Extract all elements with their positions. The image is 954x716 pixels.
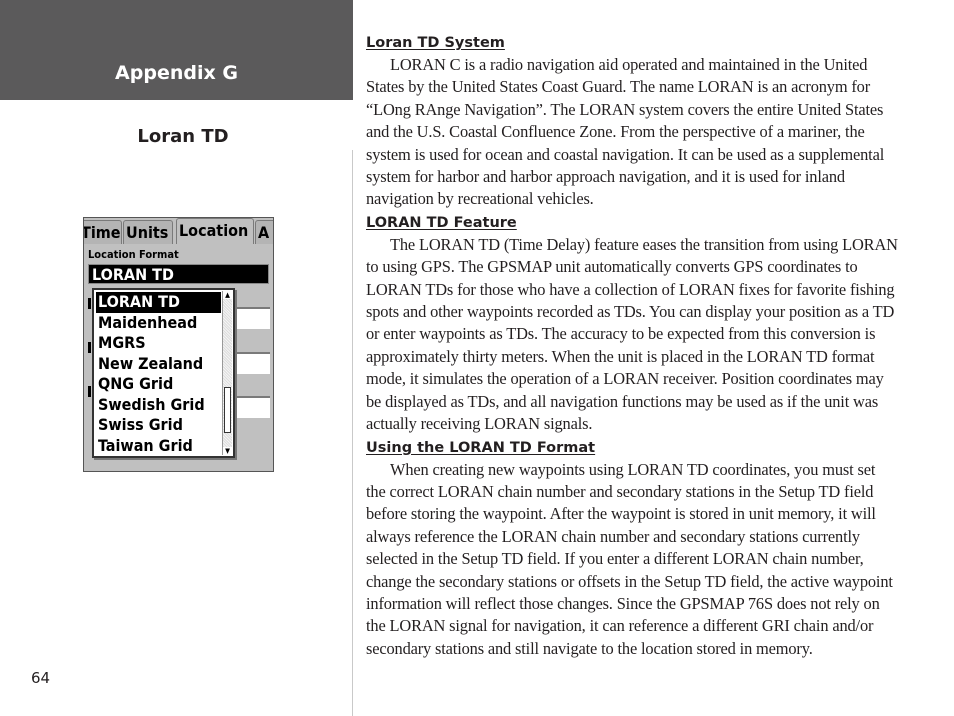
section-using-loran-td-format: Using the LORAN TD Format When creating … — [366, 437, 898, 661]
format-option[interactable]: Maidenhead — [96, 313, 221, 334]
scroll-down-arrow-icon[interactable]: ▼ — [223, 447, 232, 455]
tab-more[interactable]: A — [255, 220, 273, 244]
tab-time[interactable]: Time — [84, 220, 122, 244]
section-side-title: Loran TD — [137, 126, 229, 147]
tab-location[interactable]: Location — [176, 218, 254, 244]
scroll-up-arrow-icon[interactable]: ▲ — [223, 291, 232, 299]
section-body: When creating new waypoints using LORAN … — [366, 459, 893, 658]
section-heading: Using the LORAN TD Format — [366, 439, 596, 456]
hidden-field-marker — [88, 386, 91, 397]
section-body: The LORAN TD (Time Delay) feature eases … — [366, 234, 898, 434]
format-option[interactable]: QNG Grid — [96, 374, 221, 395]
section-heading: LORAN TD Feature — [366, 214, 517, 231]
page-number: 64 — [31, 669, 51, 687]
scrollbar-thumb[interactable] — [224, 387, 231, 433]
format-option[interactable]: MGRS — [96, 333, 221, 354]
format-option[interactable]: Swedish Grid — [96, 395, 221, 416]
setup-tabs: Time Units Location A — [84, 218, 273, 244]
dropdown-scrollbar[interactable]: ▲ ▼ — [222, 291, 232, 455]
format-option[interactable]: LORAN TD — [96, 292, 221, 313]
format-option[interactable]: Swiss Grid — [96, 415, 221, 436]
gps-device-screen: Time Units Location A Location Format LO… — [83, 217, 274, 472]
hidden-field-marker — [88, 298, 91, 309]
tab-units[interactable]: Units — [123, 220, 173, 244]
format-options-list: LORAN TD Maidenhead MGRS New Zealand QNG… — [96, 292, 221, 456]
hidden-field-marker — [88, 342, 91, 353]
appendix-title: Appendix G — [115, 62, 238, 84]
section-loran-td-feature: LORAN TD Feature The LORAN TD (Time Dela… — [366, 212, 898, 436]
section-body: LORAN C is a radio navigation aid operat… — [366, 55, 885, 209]
section-loran-td-system: Loran TD System LORAN C is a radio navig… — [366, 32, 898, 211]
appendix-header-band: Appendix G — [0, 0, 353, 100]
column-divider — [352, 150, 353, 716]
main-content: Loran TD System LORAN C is a radio navig… — [366, 32, 898, 661]
section-heading: Loran TD System — [366, 35, 505, 51]
location-format-dropdown[interactable]: LORAN TD Maidenhead MGRS New Zealand QNG… — [92, 288, 235, 458]
location-format-label: Location Format — [88, 248, 179, 261]
location-format-field[interactable]: LORAN TD — [88, 264, 269, 284]
format-option[interactable]: New Zealand — [96, 354, 221, 375]
format-option[interactable]: Taiwan Grid — [96, 436, 221, 457]
